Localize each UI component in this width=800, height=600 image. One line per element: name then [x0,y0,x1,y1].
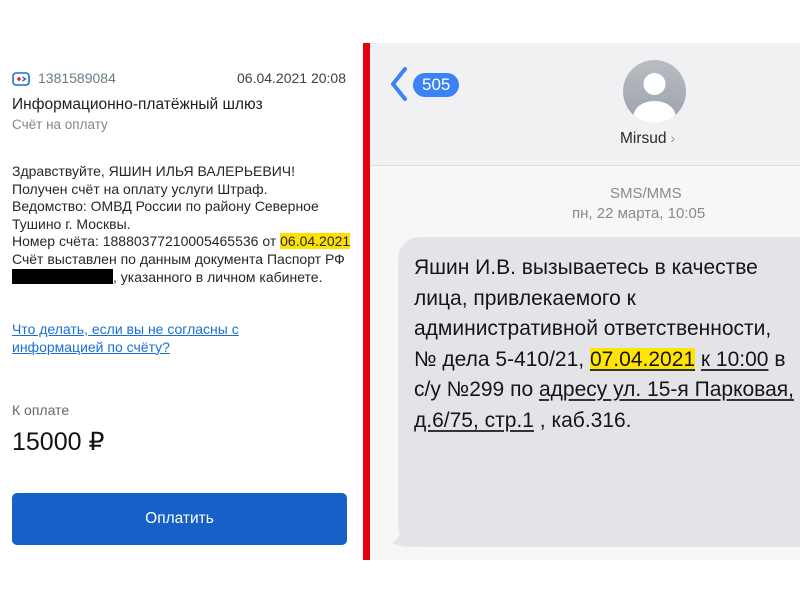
sms-timestamp: пн, 22 марта, 10:05 [572,205,706,222]
message-datetime: 06.04.2021 20:08 [237,70,346,86]
document-prefix: Счёт выставлен по данным документа Паспо… [12,250,345,267]
case-number: 5-410/21 [495,347,579,371]
disagree-link[interactable]: Что делать, если вы не согласны с информ… [12,321,239,355]
invoice-header: 1381589084 06.04.2021 20:08 [12,69,346,89]
invoice-panel: 1381589084 06.04.2021 20:08 Информационн… [0,44,358,559]
pay-button[interactable]: Оплатить [12,493,347,545]
document-line: Счёт выставлен по данным документа Паспо… [12,251,352,286]
back-unread-badge[interactable]: 505 [413,73,460,97]
disagree-link-block: Что делать, если вы не согласны с информ… [12,321,332,356]
contact-avatar-icon[interactable] [623,60,686,123]
service-line: Получен счёт на оплату услуги Штраф. [12,180,268,197]
hearing-date[interactable]: 07.04.2021 [589,347,696,371]
red-divider [363,43,370,560]
document-suffix: , указанного в личном кабинете. [113,268,323,285]
message-part-3: , каб.316. [533,408,632,432]
gateway-subtitle: Счёт на оплату [12,117,108,132]
sender-id: 1381589084 [38,70,116,86]
gateway-title: Информационно-платёжный шлюз [12,96,263,113]
amount-label: К оплате [12,402,70,418]
sms-type-label: SMS/MMS [610,185,682,202]
invoice-number-line: Номер счёта: 18880377210005465536 от 06.… [12,233,352,251]
invoice-date: 06.04.2021 [280,233,351,250]
department-line: Ведомство: ОМВД России по району Северно… [12,198,319,232]
contact-name[interactable]: Mirsud › [620,130,675,148]
gosuslugi-icon [12,72,30,86]
greeting: Здравствуйте, ЯШИН ИЛЬЯ ВАЛЕРЬЕВИЧ! [12,163,296,179]
contact-name-text: Mirsud [620,130,667,147]
hearing-time[interactable]: к 10:00 [701,348,769,371]
invoice-message: Здравствуйте, ЯШИН ИЛЬЯ ВАЛЕРЬЕВИЧ! Полу… [12,163,352,286]
invoice-number: Номер счёта: 18880377210005465536 от [12,233,277,250]
chevron-right-icon: › [670,130,676,146]
redacted-passport-number [12,268,113,284]
conversation-header: 505 Mirsud › [370,43,800,166]
message-comma: , [578,347,590,371]
back-chevron-icon[interactable] [388,65,410,103]
message-text: Яшин И.В. вызываетесь в качестве лица, п… [414,253,799,436]
sms-panel: 505 Mirsud › SMS/MMS пн, 22 марта, 10:05 … [370,43,800,560]
amount-value: 15000 ₽ [12,428,105,456]
